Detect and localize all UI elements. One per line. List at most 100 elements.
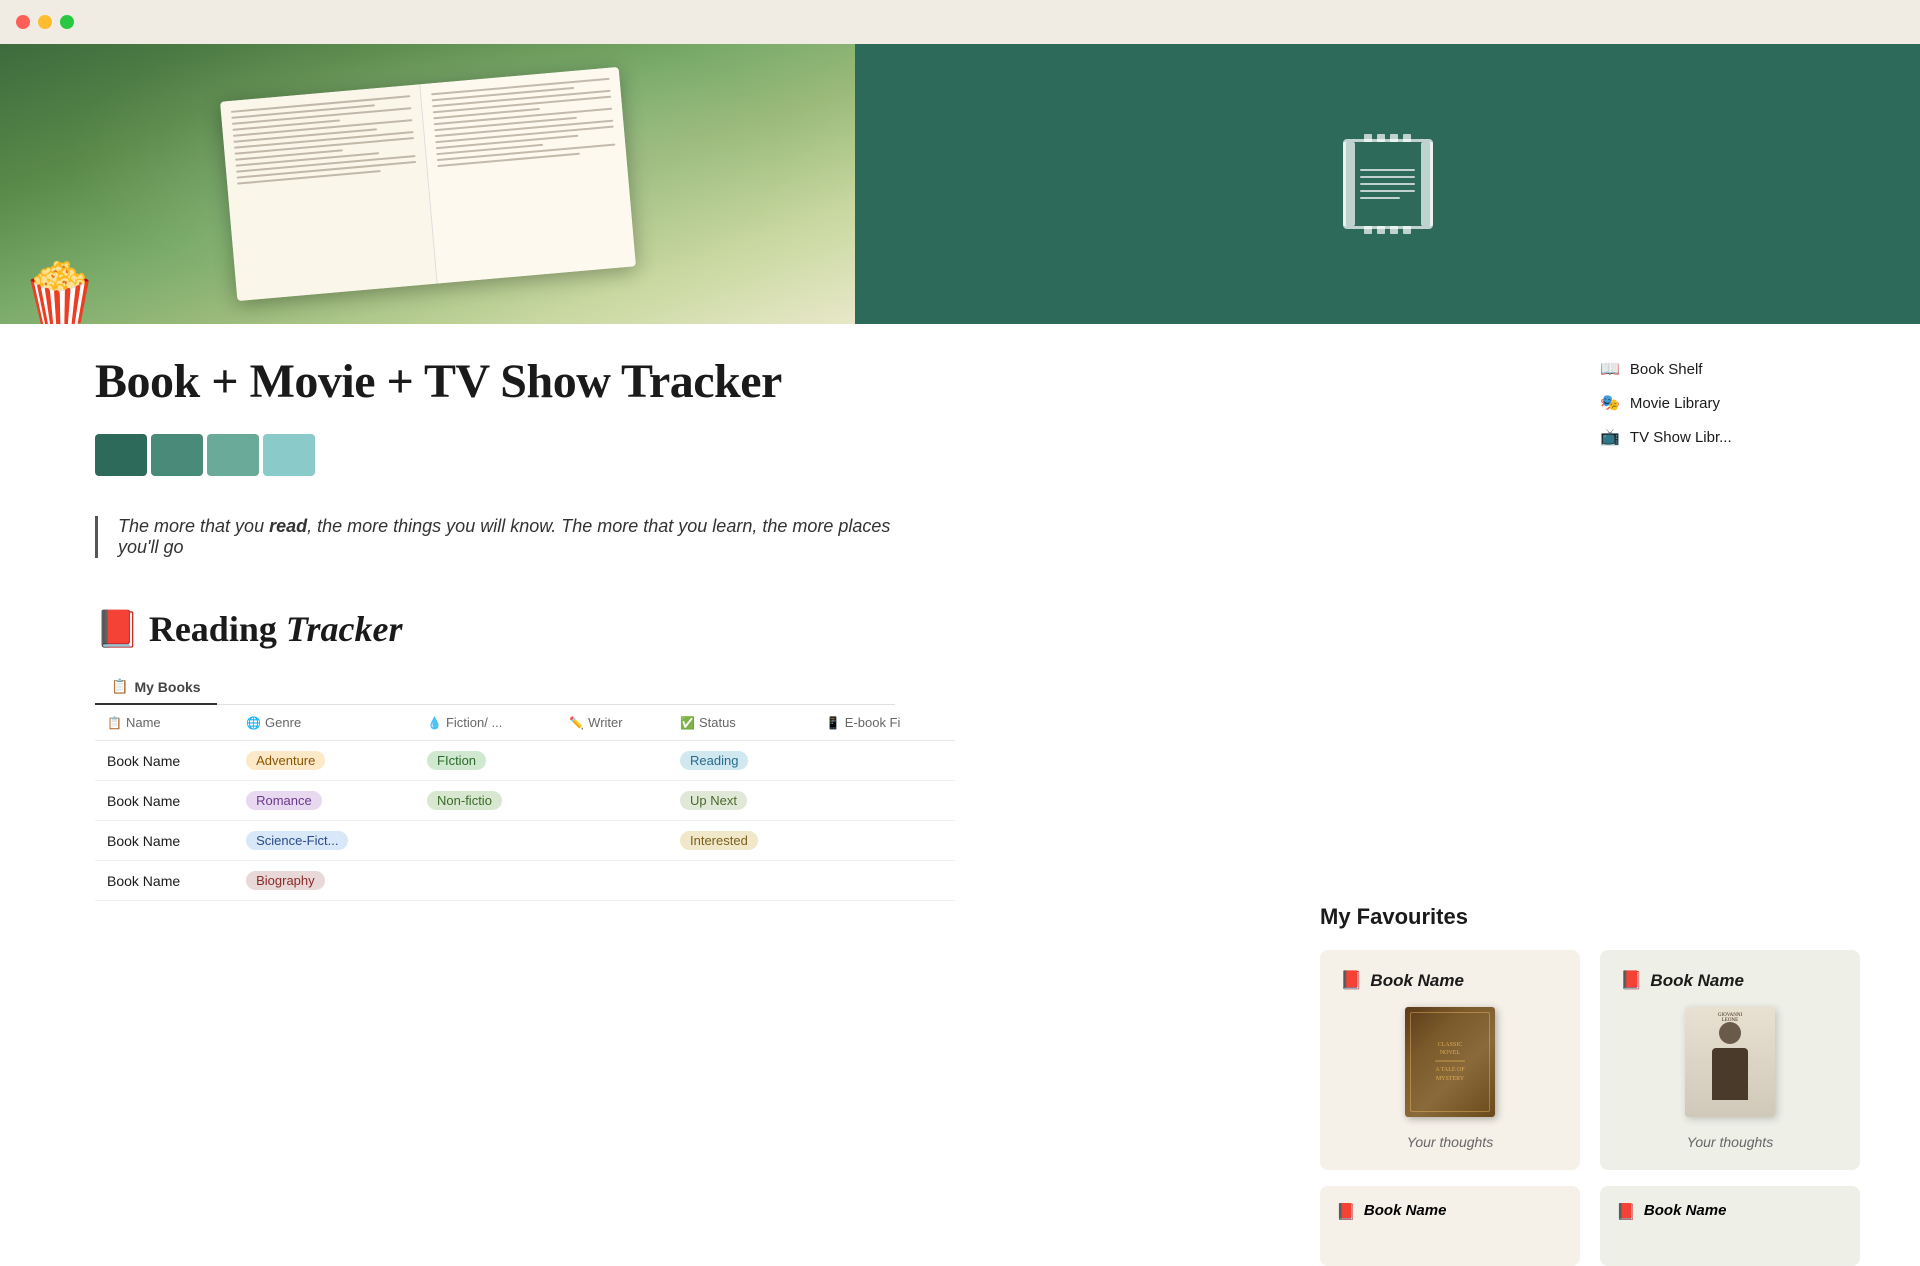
fiction-badge: Non-fictio	[427, 791, 502, 810]
table-row[interactable]: Book Name Biography	[95, 861, 955, 901]
cell-name: Book Name	[95, 741, 234, 781]
reading-tracker-word: Reading	[149, 609, 286, 649]
cell-status: Up Next	[668, 781, 814, 821]
film-perf	[1364, 226, 1372, 234]
book-page-left	[220, 84, 437, 301]
favourites-section: My Favourites 📕 Book Name CLASSICNOVEL══…	[1320, 904, 1920, 1266]
col-header-ebook: 📱E-book Fi	[814, 705, 955, 741]
fav-bottom-label-2: Book Name	[1644, 1202, 1727, 1219]
film-perf	[1403, 226, 1411, 234]
cell-ebook	[814, 861, 955, 901]
cell-fiction	[415, 861, 557, 901]
book-page-right	[419, 67, 635, 284]
favourites-grid: 📕 Book Name CLASSICNOVEL═══════A TALE OF…	[1320, 950, 1860, 1170]
film-perf	[1364, 134, 1372, 142]
cell-genre: Biography	[234, 861, 415, 901]
cell-writer	[557, 741, 668, 781]
film-line	[1360, 176, 1415, 178]
genre-col-icon: 🌐	[246, 716, 261, 730]
fav-card-1-header: 📕 Book Name	[1340, 970, 1464, 991]
tvshow-icon: 📺	[1600, 427, 1620, 447]
sidebar-link-movie-label: Movie Library	[1630, 395, 1720, 412]
cell-genre: Adventure	[234, 741, 415, 781]
cell-fiction: Non-fictio	[415, 781, 557, 821]
table-row[interactable]: Book Name Adventure FIction Reading	[95, 741, 955, 781]
sidebar-link-tvshow[interactable]: 📺 TV Show Libr...	[1600, 427, 1860, 447]
status-badge: Interested	[680, 831, 758, 850]
cell-ebook	[814, 781, 955, 821]
page-body: Book + Movie + TV Show Tracker The more …	[0, 324, 1920, 901]
fav-bottom-emoji-1: 📕	[1336, 1202, 1356, 1222]
tab-my-books-icon: 📋	[111, 678, 128, 695]
sidebar-links: 📖 Book Shelf 🎭 Movie Library 📺 TV Show L…	[1600, 359, 1860, 447]
bookshelf-icon: 📖	[1600, 359, 1620, 379]
sidebar-link-movie[interactable]: 🎭 Movie Library	[1600, 393, 1860, 413]
maximize-button[interactable]	[60, 15, 74, 29]
fav-book-emoji-1: 📕	[1340, 970, 1362, 991]
hero-book-section: 🍿	[0, 44, 855, 324]
table-row[interactable]: Book Name Science-Fict... Interested	[95, 821, 955, 861]
cell-genre: Romance	[234, 781, 415, 821]
genre-badge: Romance	[246, 791, 322, 810]
fav-book-name-1: Book Name	[1370, 971, 1464, 991]
close-button[interactable]	[16, 15, 30, 29]
fav-card-2[interactable]: 📕 Book Name GIOVANNILEONE Your thoughts	[1600, 950, 1860, 1170]
sidebar-link-tvshow-label: TV Show Libr...	[1630, 429, 1732, 446]
film-perf	[1377, 226, 1385, 234]
film-perf	[1390, 226, 1398, 234]
film-clapper-icon	[1343, 139, 1433, 229]
reading-tracker-emoji: 📕	[95, 609, 140, 649]
fav-thoughts-2: Your thoughts	[1687, 1134, 1773, 1150]
status-badge: Reading	[680, 751, 748, 770]
film-perf	[1403, 134, 1411, 142]
fav-card-bottom-2[interactable]: 📕 Book Name	[1600, 1186, 1860, 1266]
status-badge: Up Next	[680, 791, 747, 810]
fav-book-name-2: Book Name	[1650, 971, 1744, 991]
sidebar-link-bookshelf[interactable]: 📖 Book Shelf	[1600, 359, 1860, 379]
movie-icon: 🎭	[1600, 393, 1620, 413]
quote-emphasis: read	[269, 516, 307, 536]
fiction-badge: FIction	[427, 751, 486, 770]
sidebar-link-bookshelf-label: Book Shelf	[1630, 361, 1703, 378]
cell-writer	[557, 861, 668, 901]
fav-bottom-label-1: Book Name	[1364, 1202, 1447, 1219]
genre-badge: Science-Fict...	[246, 831, 348, 850]
cell-writer	[557, 781, 668, 821]
minimize-button[interactable]	[38, 15, 52, 29]
favourites-title: My Favourites	[1320, 904, 1860, 930]
swatch-medium-teal	[151, 434, 203, 476]
fiction-col-icon: 💧	[427, 716, 442, 730]
film-content-lines	[1350, 159, 1425, 209]
favourites-row-2: 📕 Book Name 📕 Book Name	[1320, 1186, 1860, 1266]
right-sidebar: 📖 Book Shelf 🎭 Movie Library 📺 TV Show L…	[1600, 359, 1860, 497]
book-visual	[168, 44, 687, 324]
person-silhouette	[1705, 1022, 1755, 1102]
cell-name: Book Name	[95, 821, 234, 861]
cell-status: Reading	[668, 741, 814, 781]
film-perf	[1390, 134, 1398, 142]
film-icon-container	[1343, 139, 1433, 229]
swatch-light-teal	[207, 434, 259, 476]
book-nature-image	[0, 44, 855, 324]
books-table: 📋Name 🌐Genre 💧Fiction/ ... ✏️Writer ✅Sta…	[95, 705, 955, 901]
genre-badge: Biography	[246, 871, 325, 890]
person-body	[1712, 1048, 1748, 1100]
cell-writer	[557, 821, 668, 861]
col-header-name: 📋Name	[95, 705, 234, 741]
status-col-icon: ✅	[680, 716, 695, 730]
swatch-dark-teal	[95, 434, 147, 476]
tab-my-books[interactable]: 📋 My Books	[95, 670, 217, 705]
cell-ebook	[814, 741, 955, 781]
table-row[interactable]: Book Name Romance Non-fictio Up Next	[95, 781, 955, 821]
fav-card-1[interactable]: 📕 Book Name CLASSICNOVEL═══════A TALE OF…	[1320, 950, 1580, 1170]
tabs-container: 📋 My Books	[95, 670, 895, 705]
cell-ebook	[814, 821, 955, 861]
col-header-fiction: 💧Fiction/ ...	[415, 705, 557, 741]
cell-status	[668, 861, 814, 901]
book-cover-old-1: CLASSICNOVEL═══════A TALE OFMYSTERY	[1405, 1007, 1495, 1117]
cell-fiction	[415, 821, 557, 861]
old-book-text: CLASSICNOVEL═══════A TALE OFMYSTERY	[1427, 1033, 1473, 1091]
tab-my-books-label: My Books	[134, 679, 200, 695]
fav-card-bottom-1[interactable]: 📕 Book Name	[1320, 1186, 1580, 1266]
book-cover-person-1: GIOVANNILEONE	[1685, 1007, 1775, 1117]
